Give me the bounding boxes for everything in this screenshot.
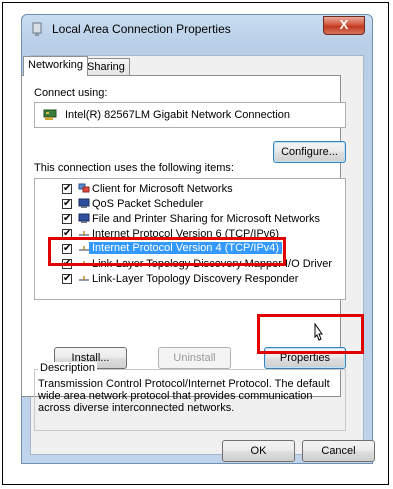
adapter-name: Intel(R) 82567LM Gigabit Network Connect… xyxy=(65,109,291,121)
service-icon xyxy=(78,213,90,223)
item-label: File and Printer Sharing for Microsoft N… xyxy=(92,213,321,225)
checkbox[interactable]: ✔ xyxy=(62,274,72,284)
close-button[interactable]: X xyxy=(323,16,365,35)
highlight-box-ipv4 xyxy=(48,237,286,266)
item-label: QoS Packet Scheduler xyxy=(92,198,204,210)
checkbox[interactable]: ✔ xyxy=(62,199,72,209)
network-card-icon xyxy=(43,109,57,120)
configure-button[interactable]: Configure... xyxy=(273,141,346,163)
tab-networking[interactable]: Networking xyxy=(23,56,89,76)
list-item-lltd-responder[interactable]: ✔ Link-Layer Topology Discovery Responde… xyxy=(35,272,335,287)
description-text: Transmission Control Protocol/Internet P… xyxy=(38,378,330,414)
checkbox[interactable]: ✔ xyxy=(62,214,72,224)
mouse-pointer-icon xyxy=(314,323,323,341)
list-item-client[interactable]: ✔ Client for Microsoft Networks xyxy=(35,182,335,197)
service-icon xyxy=(78,198,90,208)
ok-button[interactable]: OK xyxy=(222,440,295,462)
tab-sharing[interactable]: Sharing xyxy=(82,58,130,76)
items-label: This connection uses the following items… xyxy=(34,162,234,174)
protocol-icon xyxy=(79,276,89,281)
network-adapter-icon xyxy=(32,22,42,36)
uninstall-button[interactable]: Uninstall xyxy=(158,347,231,369)
connect-using-label: Connect using: xyxy=(34,87,108,99)
list-item-qos[interactable]: ✔ QoS Packet Scheduler xyxy=(35,197,335,212)
title-bar[interactable]: Local Area Connection Properties X xyxy=(22,15,372,45)
description-title: Description xyxy=(38,362,98,374)
network-client-icon xyxy=(78,183,90,193)
cancel-button[interactable]: Cancel xyxy=(302,440,375,462)
checkbox[interactable]: ✔ xyxy=(62,184,72,194)
item-label: Link-Layer Topology Discovery Responder xyxy=(92,273,299,285)
list-item-file-sharing[interactable]: ✔ File and Printer Sharing for Microsoft… xyxy=(35,212,335,227)
item-label: Client for Microsoft Networks xyxy=(92,183,233,195)
adapter-field: Intel(R) 82567LM Gigabit Network Connect… xyxy=(34,102,346,128)
window-title: Local Area Connection Properties xyxy=(52,22,231,36)
